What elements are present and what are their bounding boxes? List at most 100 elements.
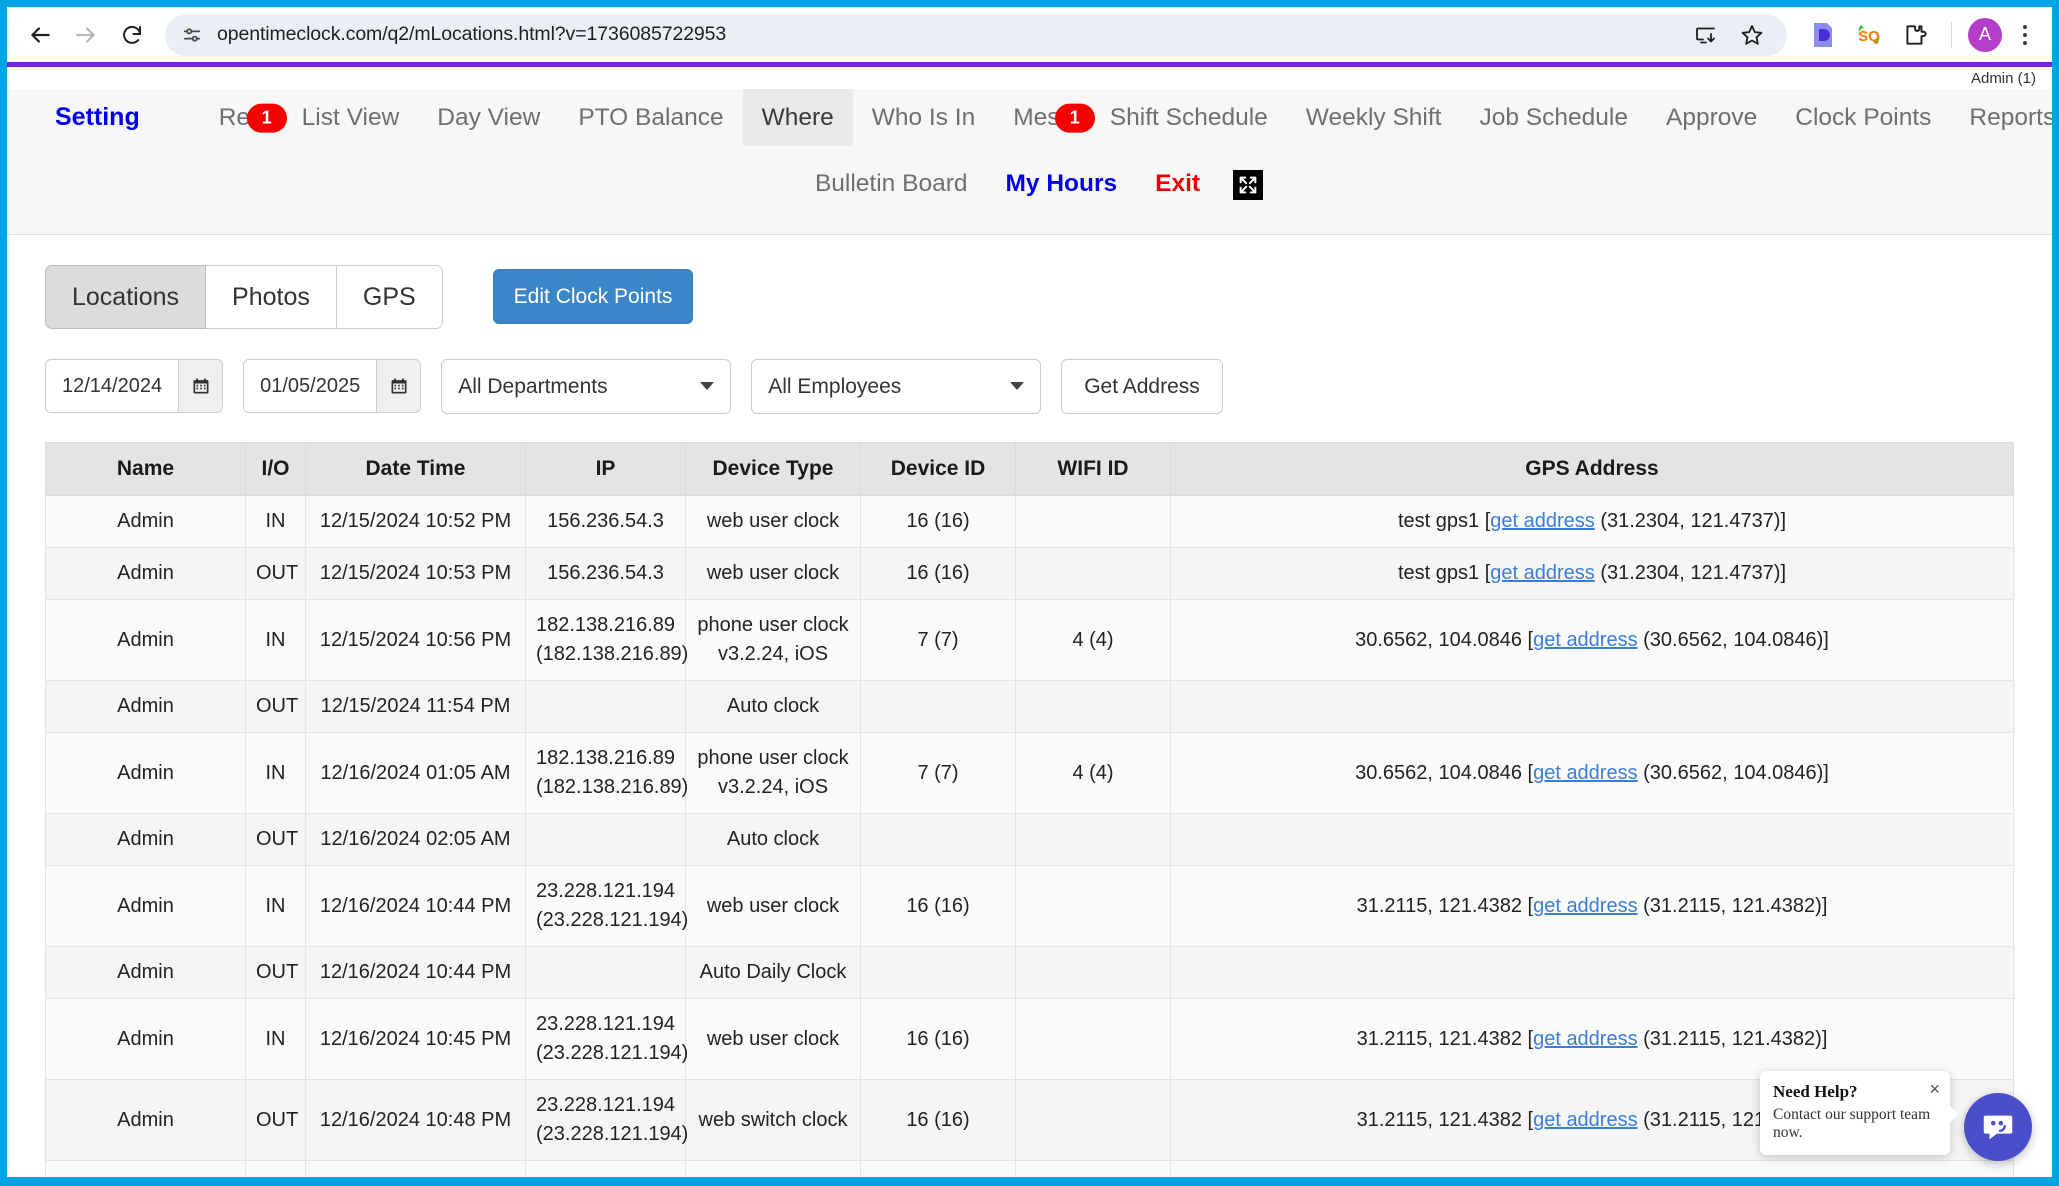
col-header-name[interactable]: Name — [45, 442, 246, 496]
cell-io: IN — [245, 865, 306, 947]
edit-clock-points-button[interactable]: Edit Clock Points — [492, 269, 694, 325]
cell-ip — [525, 680, 686, 733]
close-icon[interactable]: × — [1929, 1080, 1940, 1098]
nav-item-exit[interactable]: Exit — [1136, 155, 1219, 212]
col-header-date-time[interactable]: Date Time — [305, 442, 526, 496]
col-header-device-id[interactable]: Device ID — [860, 442, 1016, 496]
address-bar[interactable]: opentimeclock.com/q2/mLocations.html?v=1… — [165, 13, 1787, 56]
cell-device-id: 16 (16) — [860, 1079, 1016, 1161]
nav-item-req[interactable]: Req 1 — [200, 89, 287, 146]
extension-d-icon[interactable] — [1803, 15, 1843, 55]
cell-gps-address: 30.6562, 104.0846 [get address (30.6562,… — [1170, 599, 2014, 681]
cell-ip: 156.236.54.3 — [525, 547, 686, 600]
nav-item-clock-points[interactable]: Clock Points — [1776, 89, 1950, 146]
start-date-field[interactable]: 12/14/2024 — [45, 359, 224, 414]
forward-arrow-icon[interactable] — [63, 12, 109, 58]
get-address-link[interactable]: get address — [1490, 510, 1595, 532]
status-badge: 1 — [246, 103, 287, 133]
cell-wifi-id — [1015, 946, 1171, 999]
nav-row-secondary: Bulletin Board My Hours Exit — [7, 155, 2052, 212]
gps-suffix: (31.2304, 121.4737)] — [1594, 510, 1787, 532]
tab-photos[interactable]: Photos — [206, 264, 337, 329]
nav-item-my-hours[interactable]: My Hours — [986, 155, 1136, 212]
star-bookmark-icon[interactable] — [1731, 14, 1773, 56]
nav-item-who-is-in[interactable]: Who Is In — [853, 89, 994, 146]
nav-item-approve[interactable]: Approve — [1647, 89, 1776, 146]
cell-device-id — [860, 813, 1016, 866]
filter-bar: 12/14/2024 01/05/2025 All Departments Al… — [45, 358, 2014, 414]
cell-date-time: 12/15/2024 10:56 PM — [305, 599, 526, 681]
col-header-io[interactable]: I/O — [245, 442, 306, 496]
status-badge: 1 — [1054, 103, 1095, 133]
get-address-link[interactable]: get address — [1533, 1109, 1638, 1131]
gps-suffix: (31.2115, 121.4382)] — [1637, 894, 1828, 917]
cell-device-type: Auto Daily Clock — [685, 946, 861, 999]
get-address-link[interactable]: get address — [1533, 629, 1638, 651]
cell-wifi-id — [1015, 547, 1171, 600]
get-address-link[interactable]: get address — [1533, 1028, 1638, 1050]
tab-locations[interactable]: Locations — [45, 264, 207, 329]
extension-sq-icon[interactable]: SQ — [1849, 15, 1889, 55]
nav-item-weekly-shift[interactable]: Weekly Shift — [1287, 89, 1461, 146]
three-dot-menu-icon[interactable] — [2008, 14, 2042, 56]
nav-item-list-view[interactable]: List View — [283, 89, 419, 146]
cell-ip — [525, 946, 686, 999]
end-date-field[interactable]: 01/05/2025 — [243, 359, 422, 414]
admin-label: Admin (1) — [1970, 70, 2036, 87]
get-address-link[interactable]: get address — [1490, 562, 1595, 584]
nav-item-pto-balance[interactable]: PTO Balance — [559, 89, 742, 146]
table-row: AdminIN12/16/2024 10:48 PM23.228.121.194… — [45, 1160, 2014, 1177]
nav-item-where[interactable]: Where — [742, 89, 853, 147]
col-header-device-type[interactable]: Device Type — [685, 442, 861, 496]
get-address-link[interactable]: get address — [1533, 762, 1638, 784]
omnibox-actions — [1685, 14, 1773, 56]
employee-select[interactable]: All Employees — [751, 358, 1042, 414]
table-head: Name I/O Date Time IP Device Type Device… — [45, 442, 2014, 496]
cell-io: IN — [245, 998, 306, 1080]
cell-wifi-id: 4 (4) — [1015, 599, 1171, 681]
gps-suffix: (31.2304, 121.4737)] — [1594, 562, 1787, 584]
gps-prefix: 31.2115, 121.4382 [ — [1356, 1108, 1534, 1131]
department-select[interactable]: All Departments — [441, 358, 732, 414]
cell-date-time: 12/15/2024 10:53 PM — [305, 547, 526, 600]
start-date-value[interactable]: 12/14/2024 — [46, 360, 178, 412]
chat-bubble-icon[interactable] — [1964, 1093, 2032, 1161]
get-address-button[interactable]: Get Address — [1061, 358, 1223, 414]
site-settings-icon[interactable] — [181, 24, 203, 46]
nav-item-shift-schedule[interactable]: Shift Schedule — [1091, 89, 1287, 146]
nav-setting-brand[interactable]: Setting — [41, 89, 200, 147]
get-address-link[interactable]: get address — [1533, 895, 1638, 917]
col-header-gps-address[interactable]: GPS Address — [1170, 442, 2014, 496]
cell-wifi-id — [1015, 495, 1171, 548]
reload-icon[interactable] — [109, 12, 155, 58]
col-header-ip[interactable]: IP — [525, 442, 686, 496]
nav-item-day-view[interactable]: Day View — [418, 89, 559, 146]
cell-name: Admin — [45, 547, 246, 600]
nav-item-bulletin-board[interactable]: Bulletin Board — [796, 155, 987, 212]
install-app-icon[interactable] — [1685, 14, 1727, 56]
back-arrow-icon[interactable] — [17, 12, 63, 58]
calendar-icon[interactable] — [178, 360, 223, 413]
nav-item-mess[interactable]: Mess 1 — [994, 89, 1095, 146]
tab-gps[interactable]: GPS — [336, 264, 443, 329]
extensions-puzzle-icon[interactable] — [1895, 15, 1935, 55]
department-value: All Departments — [458, 374, 608, 398]
nav-item-job-schedule[interactable]: Job Schedule — [1461, 89, 1647, 146]
table-body: Admin IN 12/15/2024 10:52 PM 156.236.54.3 we… — [45, 495, 2014, 1177]
browser-toolbar: opentimeclock.com/q2/mLocations.html?v=1… — [7, 7, 2052, 62]
cell-name: Admin — [45, 680, 246, 733]
col-header-wifi-id[interactable]: WIFI ID — [1015, 442, 1171, 496]
page-body: Admin (1) Setting Req 1 List View Day Vie… — [7, 62, 2052, 1177]
cell-date-time: 12/15/2024 10:52 PM — [305, 495, 526, 548]
calendar-icon[interactable] — [376, 360, 421, 413]
gps-prefix: 31.2115, 121.4382 [ — [1356, 894, 1534, 917]
end-date-value[interactable]: 01/05/2025 — [244, 360, 376, 412]
table-row: Admin OUT 12/16/2024 10:48 PM 23.228.121.19… — [45, 1079, 2014, 1161]
cell-gps-address: 31.2115, 121.4382 [get address (31.2115,… — [1170, 998, 2014, 1080]
fullscreen-expand-icon[interactable] — [1233, 170, 1264, 201]
chat-promo-title: Need Help? — [1773, 1082, 1858, 1101]
chat-promo-subtitle: Contact our support team now. — [1773, 1106, 1931, 1141]
cell-date-time: 12/15/2024 11:54 PM — [305, 680, 526, 733]
avatar[interactable]: A — [1968, 17, 2002, 52]
nav-item-reports[interactable]: Reports — [1950, 89, 2052, 146]
